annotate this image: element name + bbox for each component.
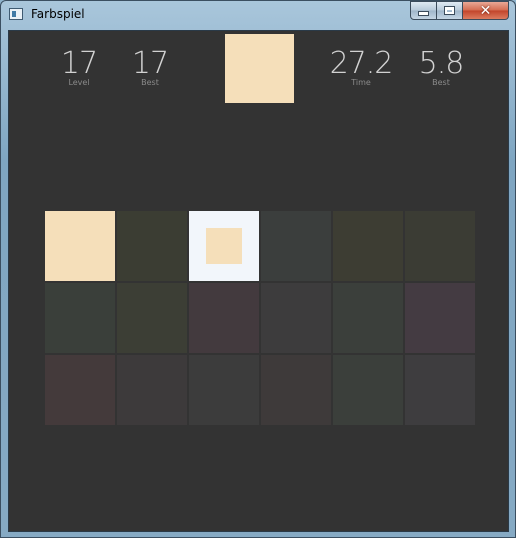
app-icon[interactable] <box>9 8 23 20</box>
color-tile[interactable] <box>189 283 259 353</box>
color-tile[interactable] <box>405 211 475 281</box>
level-stat: 17 Level <box>57 46 101 88</box>
window-title: Farbspiel <box>31 7 85 21</box>
color-tile[interactable] <box>333 355 403 425</box>
color-grid <box>45 211 475 425</box>
selected-tile-marker <box>206 228 242 264</box>
color-tile[interactable] <box>117 211 187 281</box>
color-tile[interactable] <box>117 355 187 425</box>
color-tile[interactable] <box>45 211 115 281</box>
close-button[interactable]: ✕ <box>463 1 509 20</box>
maximize-icon <box>444 6 455 15</box>
color-tile[interactable] <box>45 283 115 353</box>
color-tile[interactable] <box>333 283 403 353</box>
color-tile[interactable] <box>261 355 331 425</box>
color-tile[interactable] <box>117 283 187 353</box>
close-icon: ✕ <box>479 2 492 19</box>
color-tile[interactable] <box>261 283 331 353</box>
minimize-button[interactable] <box>410 1 437 20</box>
color-tile[interactable] <box>405 355 475 425</box>
window-controls: ✕ <box>410 1 509 21</box>
color-tile[interactable] <box>45 355 115 425</box>
time-stat: 27.2 Time <box>329 46 394 88</box>
game-window: Farbspiel ✕ 17 Level 17 Best 27.2 Time 5… <box>0 0 516 538</box>
color-tile[interactable] <box>261 211 331 281</box>
target-color-swatch <box>225 34 294 103</box>
level-value: 17 <box>60 46 98 81</box>
time-best-stat: 5.8 Best <box>415 46 467 88</box>
game-area: 17 Level 17 Best 27.2 Time 5.8 Best <box>8 30 509 532</box>
maximize-button[interactable] <box>437 1 463 20</box>
color-tile-selected[interactable] <box>189 211 259 281</box>
color-tile[interactable] <box>189 355 259 425</box>
time-best-value: 5.8 <box>418 46 465 81</box>
minimize-icon <box>418 11 429 16</box>
title-bar[interactable]: Farbspiel ✕ <box>1 1 515 29</box>
color-tile[interactable] <box>405 283 475 353</box>
level-best-stat: 17 Best <box>128 46 172 88</box>
level-best-value: 17 <box>131 46 169 81</box>
time-value: 27.2 <box>329 46 394 81</box>
color-tile[interactable] <box>333 211 403 281</box>
